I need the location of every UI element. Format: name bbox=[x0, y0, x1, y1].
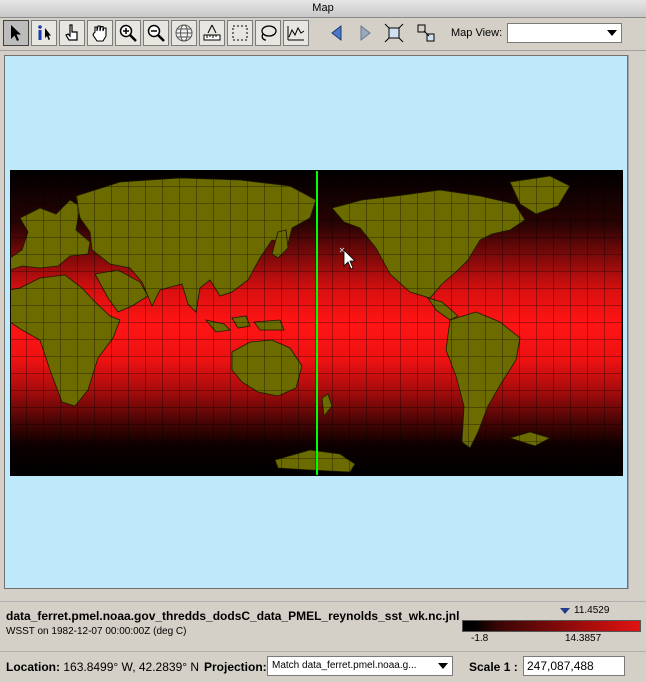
profile-icon bbox=[287, 26, 305, 41]
zoom-in-icon bbox=[119, 24, 137, 42]
window-title: Map bbox=[312, 2, 334, 14]
chevron-down-icon bbox=[607, 30, 617, 36]
colorbar-marker-icon bbox=[560, 608, 570, 614]
lasso-button[interactable] bbox=[255, 20, 281, 46]
projection-value: Match data_ferret.pmel.noaa.g... bbox=[272, 660, 417, 671]
zoom-selected-button[interactable] bbox=[414, 20, 438, 46]
info-icon bbox=[38, 25, 51, 40]
pointer-hand-icon bbox=[65, 24, 78, 41]
sst-map-canvas[interactable] bbox=[10, 170, 623, 476]
dataset-name: data_ferret.pmel.noaa.gov_thredds_dodsC_… bbox=[6, 609, 460, 623]
back-button[interactable] bbox=[325, 20, 349, 46]
select-arrow-button[interactable] bbox=[3, 20, 29, 46]
forward-arrow-icon bbox=[360, 24, 371, 42]
zoom-full-icon bbox=[384, 23, 404, 43]
colorbar-mid-label: 14.3857 bbox=[565, 633, 602, 644]
projection-label: Projection: bbox=[204, 660, 267, 674]
measure-icon bbox=[203, 24, 221, 41]
colorbar bbox=[462, 620, 641, 632]
pan-hand-icon bbox=[92, 25, 107, 42]
back-arrow-icon bbox=[331, 24, 342, 42]
measure-button[interactable] bbox=[199, 20, 225, 46]
box-select-icon bbox=[232, 25, 248, 41]
map-view-label: Map View: bbox=[451, 27, 503, 39]
globe-button[interactable] bbox=[171, 20, 197, 46]
location-label: Location: bbox=[6, 660, 60, 674]
location-readout: Location: 163.8499° W, 42.2839° N bbox=[6, 660, 199, 674]
projection-select[interactable]: Match data_ferret.pmel.noaa.g... bbox=[267, 656, 453, 676]
location-value: 163.8499° W, 42.2839° N bbox=[63, 660, 200, 674]
info-button[interactable] bbox=[31, 20, 57, 46]
select-arrow-icon bbox=[11, 25, 21, 41]
colorbar-max-label: 11.4529 bbox=[574, 605, 610, 616]
zoom-full-button[interactable] bbox=[382, 20, 406, 46]
chevron-down-icon bbox=[438, 663, 448, 669]
info-panel: data_ferret.pmel.noaa.gov_thredds_dodsC_… bbox=[0, 601, 646, 650]
variable-description: WSST on 1982-12-07 00:00:00Z (deg C) bbox=[6, 626, 187, 637]
scale-input[interactable] bbox=[523, 656, 625, 676]
pointer-hand-button[interactable] bbox=[59, 20, 85, 46]
zoom-in-button[interactable] bbox=[115, 20, 141, 46]
forward-button[interactable] bbox=[353, 20, 377, 46]
box-select-button[interactable] bbox=[227, 20, 253, 46]
pan-hand-button[interactable] bbox=[87, 20, 113, 46]
window-title-bar: Map bbox=[0, 0, 646, 18]
map-view-select[interactable] bbox=[507, 23, 622, 43]
profile-button[interactable] bbox=[283, 20, 309, 46]
colorbar-min-label: -1.8 bbox=[471, 633, 489, 644]
lasso-icon bbox=[261, 25, 277, 41]
scale-label: Scale 1 : bbox=[469, 660, 518, 674]
zoom-out-icon bbox=[147, 24, 165, 42]
status-bar: Location: 163.8499° W, 42.2839° N Projec… bbox=[0, 651, 646, 682]
zoom-out-button[interactable] bbox=[143, 20, 169, 46]
map-scrollbar[interactable] bbox=[628, 55, 643, 589]
zoom-selected-icon bbox=[417, 24, 435, 42]
globe-icon bbox=[175, 24, 193, 42]
